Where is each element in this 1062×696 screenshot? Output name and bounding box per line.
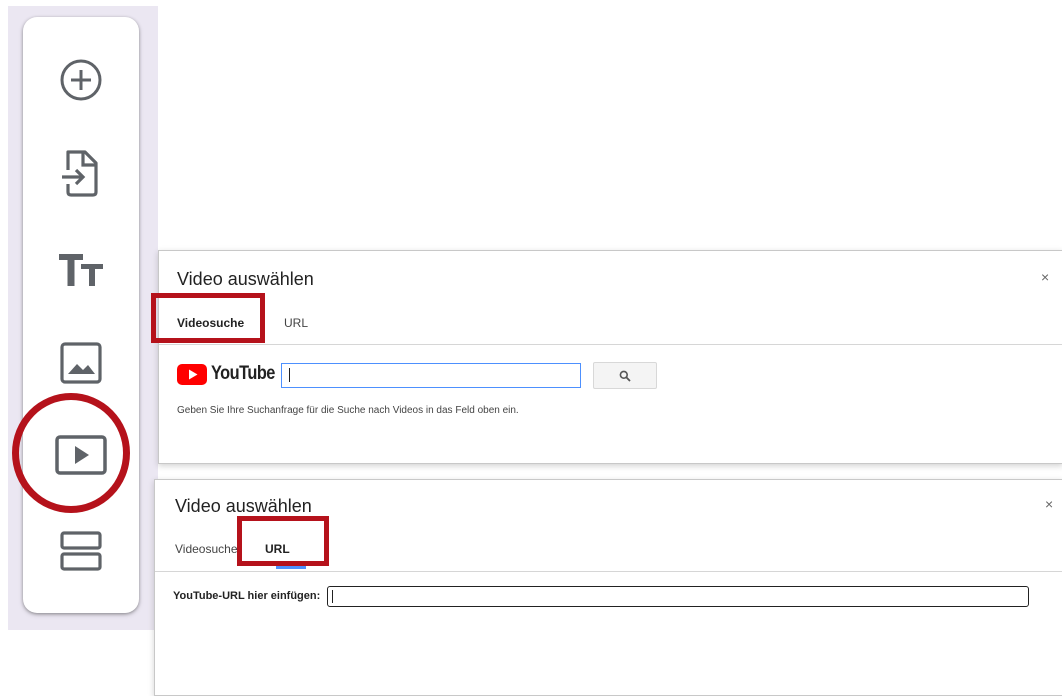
video-search-button[interactable] — [593, 362, 657, 389]
dialog-title: Video auswählen — [177, 269, 314, 289]
tab-videosuche[interactable]: Videosuche — [177, 316, 244, 330]
import-questions-button[interactable] — [23, 145, 139, 201]
tab-divider — [159, 344, 1062, 345]
youtube-wordmark: YouTube — [211, 363, 275, 384]
dialog-close-button[interactable]: × — [1045, 496, 1053, 512]
add-video-button[interactable] — [23, 427, 139, 483]
video-icon — [55, 435, 107, 475]
url-field-label: YouTube-URL hier einfügen: — [173, 590, 321, 602]
video-select-dialog-search: Video auswählen × Videosuche URL YouTube… — [158, 250, 1062, 464]
text-caret — [332, 590, 333, 603]
add-circle-icon — [60, 59, 102, 101]
add-question-button[interactable] — [23, 55, 139, 105]
image-icon — [60, 342, 102, 384]
dialog-title: Video auswählen — [175, 496, 312, 516]
tab-divider — [155, 571, 1062, 572]
video-search-input[interactable] — [281, 363, 581, 388]
tab-url[interactable]: URL — [284, 316, 308, 330]
add-section-button[interactable] — [23, 525, 139, 577]
import-file-icon — [62, 150, 98, 197]
tab-videosuche[interactable]: Videosuche — [175, 542, 238, 556]
add-title-button[interactable] — [23, 245, 139, 295]
search-icon — [619, 370, 631, 382]
youtube-play-icon — [177, 363, 207, 385]
dialog-close-button[interactable]: × — [1041, 269, 1049, 285]
title-text-icon — [59, 254, 103, 286]
youtube-logo: YouTube — [177, 363, 285, 385]
tab-active-underline — [185, 339, 233, 342]
tab-active-underline — [276, 566, 306, 569]
video-select-dialog-url: Video auswählen × Videosuche URL YouTube… — [154, 479, 1062, 696]
youtube-url-input[interactable] — [327, 586, 1029, 607]
text-caret — [289, 368, 290, 382]
add-image-button[interactable] — [23, 335, 139, 391]
tab-url[interactable]: URL — [265, 542, 290, 556]
search-hint-text: Geben Sie Ihre Suchanfrage für die Suche… — [177, 405, 519, 416]
section-icon — [60, 531, 102, 571]
forms-side-toolbar — [23, 17, 139, 613]
